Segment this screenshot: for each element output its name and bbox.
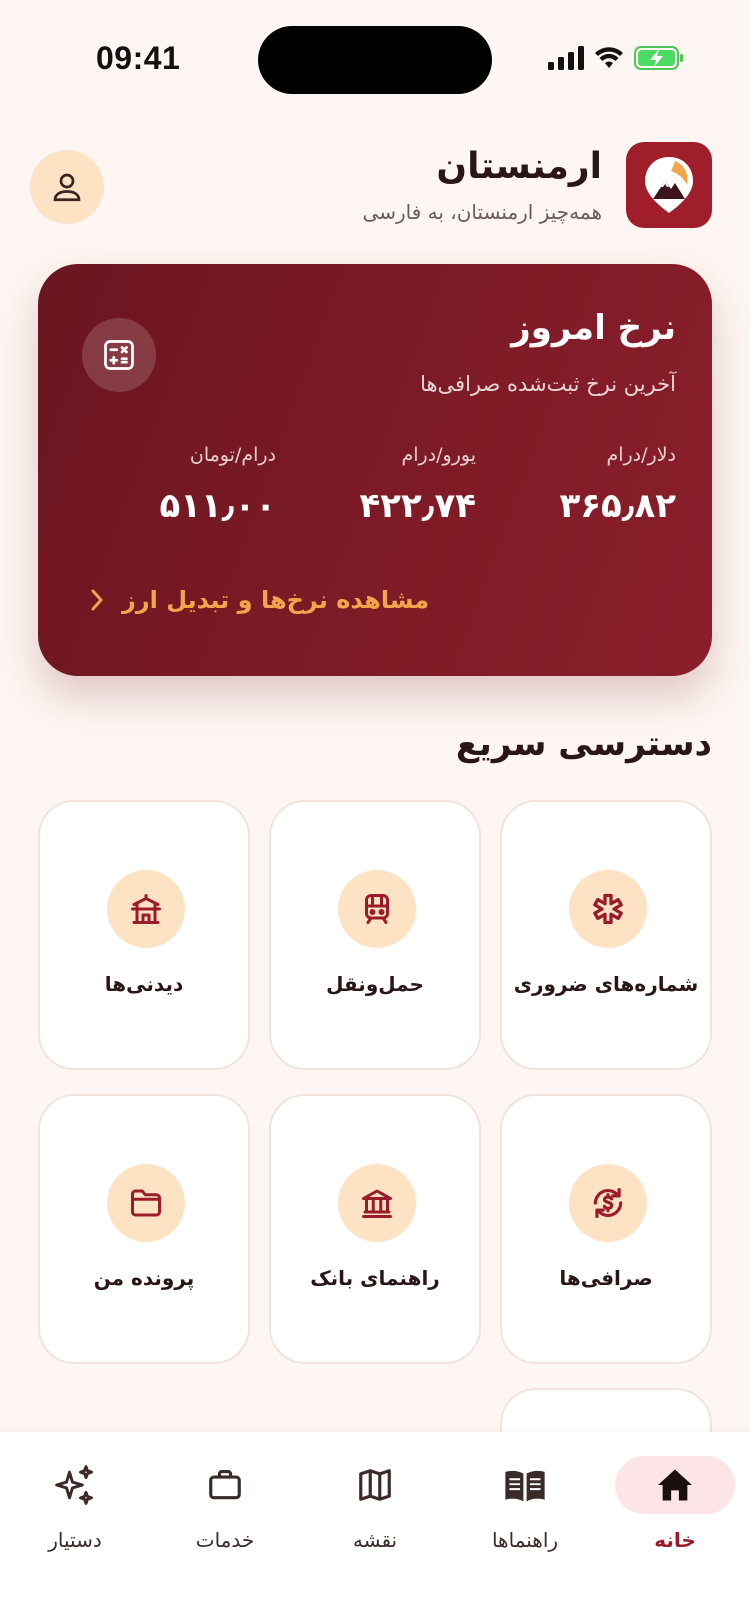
signal-icon	[548, 46, 584, 70]
tab-icon-wrap	[15, 1456, 135, 1514]
tab-icon-wrap	[315, 1456, 435, 1514]
exchange-icon	[593, 1187, 623, 1219]
tile-emergency-numbers[interactable]: شماره‌های ضروری	[500, 800, 712, 1070]
view-rates-label: مشاهده نرخ‌ها و تبدیل ارز	[122, 586, 430, 614]
tile-my-file[interactable]: پرونده من	[38, 1094, 250, 1364]
calculator-button[interactable]	[82, 318, 156, 392]
exchange-rate-card[interactable]: نرخ امروز آخرین نرخ ثبت‌شده صرافی‌ها دلا…	[38, 264, 712, 676]
tab-label: خانه	[654, 1528, 696, 1552]
home-icon	[658, 1469, 692, 1501]
tab-home[interactable]: خانه	[600, 1446, 750, 1566]
rate-label: یورو/درام	[401, 444, 476, 466]
chevron-left-icon	[91, 589, 103, 611]
rate-value: ۳۶۵٫۸۲	[559, 486, 676, 526]
calculator-icon	[104, 340, 134, 370]
battery-charging-icon	[634, 46, 683, 70]
app-header: ارمنستان همه‌چیز ارمنستان، به فارسی	[0, 140, 750, 240]
tile-attractions[interactable]: دیدنی‌ها	[38, 800, 250, 1070]
tile-transport[interactable]: حمل‌ونقل	[269, 800, 481, 1070]
temple-icon	[131, 894, 161, 924]
train-icon	[365, 894, 389, 924]
rate-value: ۵۱۱٫۰۰	[159, 486, 276, 526]
app-title: ارمنستان	[436, 146, 602, 187]
quick-access-title: دسترسی سریع	[455, 724, 712, 764]
tile-icon-bg	[338, 1164, 416, 1242]
wifi-icon	[595, 47, 623, 68]
bank-icon	[362, 1189, 392, 1218]
bottom-tab-bar: خانه راهنماها نقشه خدمات دستیار	[0, 1432, 750, 1624]
tab-map[interactable]: نقشه	[300, 1446, 450, 1566]
tile-label: پرونده من	[93, 1266, 195, 1290]
tab-assistant[interactable]: دستیار	[0, 1446, 150, 1566]
map-icon	[359, 1469, 391, 1501]
status-time: 09:41	[96, 40, 181, 76]
tab-label: خدمات	[195, 1528, 255, 1552]
book-icon	[505, 1470, 545, 1502]
rate-label: درام/تومان	[189, 444, 276, 466]
tile-label: راهنمای بانک	[310, 1266, 440, 1290]
tile-label: حمل‌ونقل	[326, 972, 424, 996]
mountain-pin-icon	[645, 157, 693, 213]
tile-label: دیدنی‌ها	[104, 972, 184, 996]
tab-guides[interactable]: راهنماها	[450, 1446, 600, 1566]
asterisk-icon	[593, 893, 623, 925]
rate-amd-toman: درام/تومان ۵۱۱٫۰۰	[76, 444, 276, 526]
tile-icon-bg	[569, 1164, 647, 1242]
rate-label: دلار/درام	[606, 444, 676, 466]
dynamic-island	[258, 26, 492, 94]
rate-eur-amd: یورو/درام ۴۲۲٫۷۴	[276, 444, 476, 526]
tab-services[interactable]: خدمات	[150, 1446, 300, 1566]
rate-subtitle: آخرین نرخ ثبت‌شده صرافی‌ها	[420, 372, 676, 396]
tab-icon-wrap	[615, 1456, 735, 1514]
app-logo	[626, 142, 712, 228]
user-icon	[53, 173, 81, 202]
tile-icon-bg	[338, 870, 416, 948]
view-rates-link[interactable]: مشاهده نرخ‌ها و تبدیل ارز	[88, 586, 429, 614]
tab-icon-wrap	[465, 1456, 585, 1514]
tile-label: صرافی‌ها	[559, 1266, 653, 1290]
rate-value: ۴۲۲٫۷۴	[359, 486, 476, 526]
rate-usd-amd: دلار/درام ۳۶۵٫۸۲	[476, 444, 676, 526]
tile-exchanges[interactable]: صرافی‌ها	[500, 1094, 712, 1364]
folder-icon	[131, 1189, 161, 1217]
tile-icon-bg	[107, 870, 185, 948]
tab-label: نقشه	[352, 1528, 398, 1552]
tab-label: راهنماها	[491, 1528, 559, 1552]
tile-icon-bg	[107, 1164, 185, 1242]
sparkles-icon	[55, 1465, 93, 1505]
status-icons	[548, 46, 684, 70]
app-subtitle: همه‌چیز ارمنستان، به فارسی	[362, 200, 602, 224]
rate-title: نرخ امروز	[511, 308, 676, 348]
briefcase-icon	[209, 1469, 241, 1500]
tab-label: دستیار	[48, 1528, 102, 1552]
tile-bank-guide[interactable]: راهنمای بانک	[269, 1094, 481, 1364]
tab-icon-wrap	[165, 1456, 285, 1514]
tile-icon-bg	[569, 870, 647, 948]
profile-button[interactable]	[30, 150, 104, 224]
status-bar: 09:41	[0, 0, 750, 110]
tile-label: شماره‌های ضروری	[513, 972, 699, 996]
